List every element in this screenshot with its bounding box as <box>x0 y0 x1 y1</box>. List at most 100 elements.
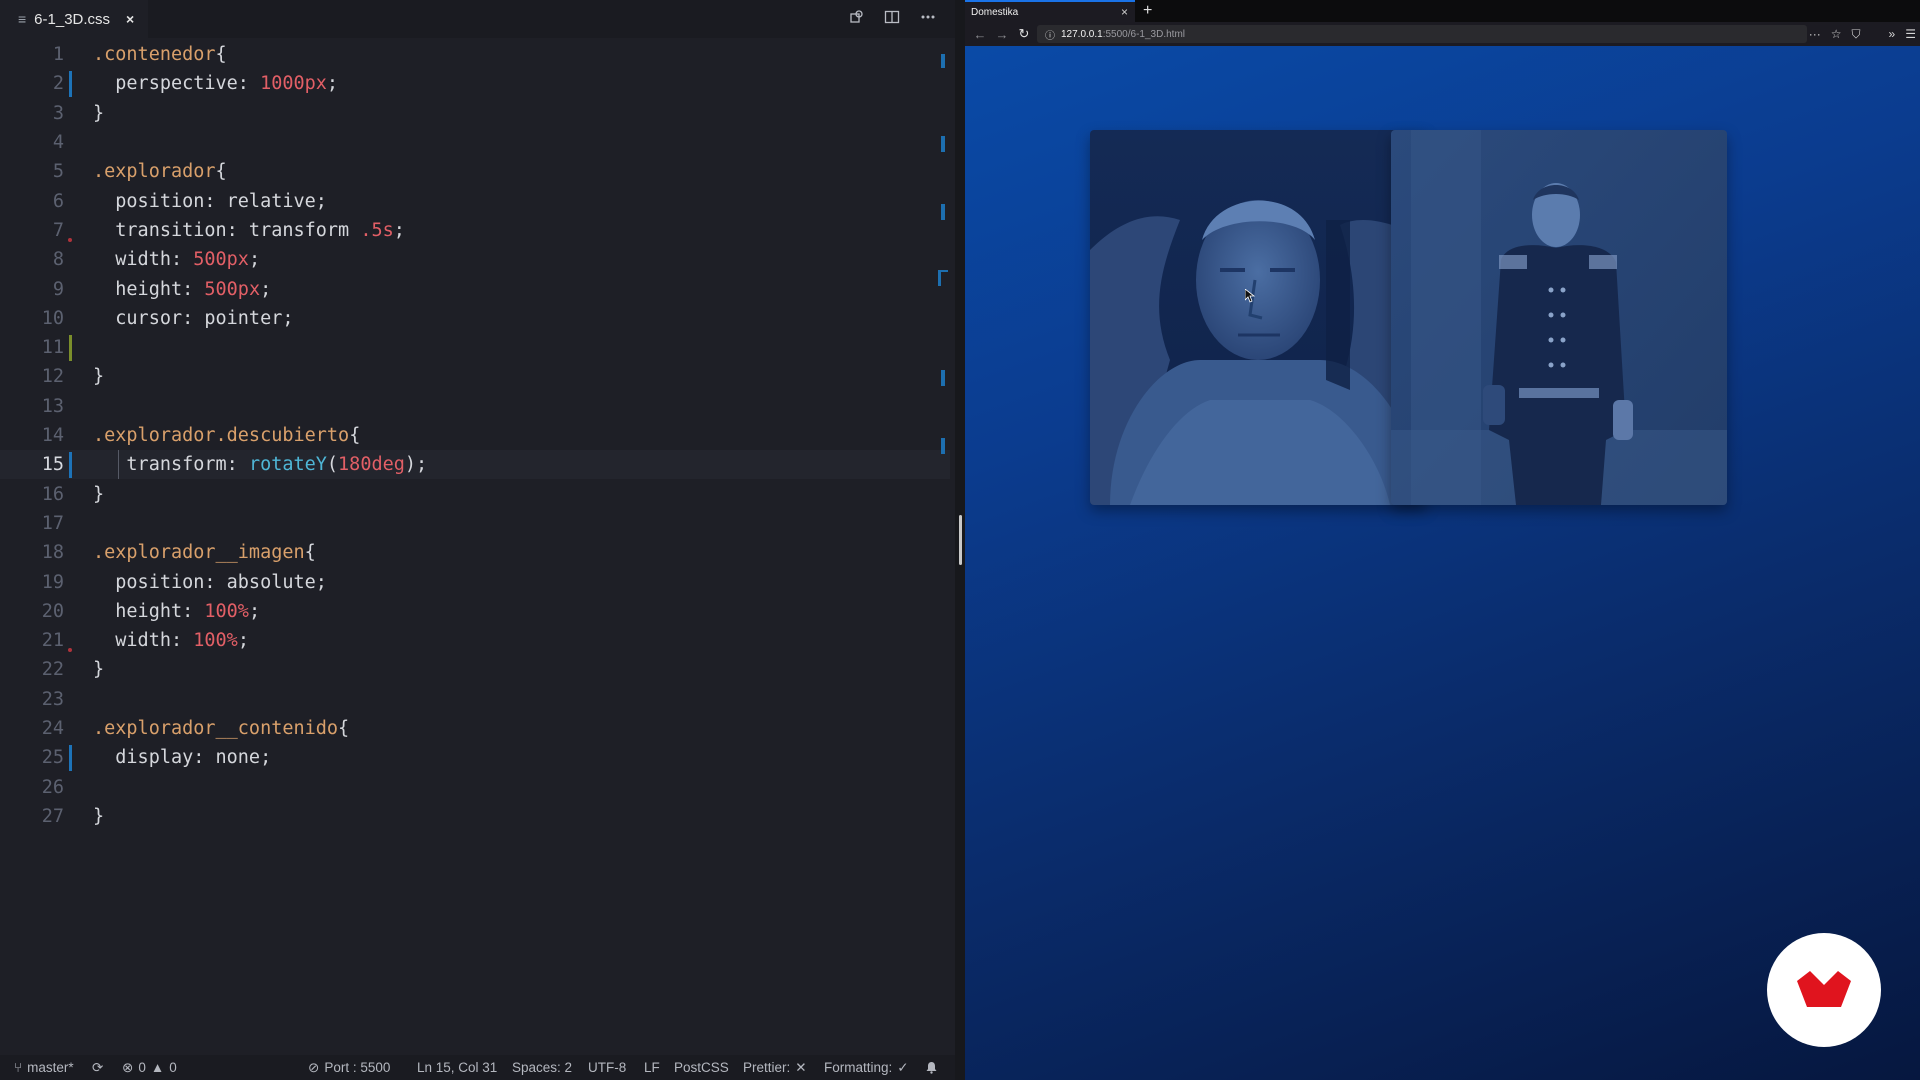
cursor-position[interactable]: Ln 15, Col 31 <box>417 1055 497 1080</box>
modified-line-marker[interactable] <box>69 744 72 771</box>
address-bar[interactable]: ⓘ 127.0.0.1:5500/6-1_3D.html <box>1037 25 1807 43</box>
branch-indicator[interactable]: ⑂ master* <box>14 1055 74 1080</box>
explorer-card-uniform[interactable] <box>1391 130 1727 505</box>
sync-icon[interactable]: ⟳ <box>92 1055 103 1080</box>
sash-handle[interactable] <box>959 515 962 565</box>
code-line[interactable]: 16} <box>0 480 950 509</box>
code-line[interactable]: 10 cursor: pointer; <box>0 304 950 333</box>
line-number: 5 <box>52 161 64 183</box>
browser-window: Domestika × + ← → ↻ ⓘ 127.0.0.1:5500/6-1… <box>965 0 1920 1080</box>
code-token: transition: transform <box>93 219 361 241</box>
indentation[interactable]: Spaces: 2 <box>512 1055 572 1080</box>
code-line[interactable]: 17 <box>0 509 950 538</box>
code-line[interactable]: 21 width: 100%; <box>0 626 950 655</box>
code-line[interactable]: 4 <box>0 128 950 157</box>
code-token: cursor: pointer; <box>93 307 294 329</box>
line-number: 1 <box>52 44 64 66</box>
code-line[interactable]: 8 width: 500px; <box>0 245 950 274</box>
code-token: ; <box>260 278 272 300</box>
code-token: { <box>304 542 316 564</box>
menu-icon[interactable]: ☰ <box>1905 27 1916 41</box>
code-line[interactable]: 7 transition: transform .5s; <box>0 216 950 245</box>
close-tab-icon[interactable]: × <box>1121 5 1128 19</box>
code-token: } <box>93 483 105 505</box>
prettier-status[interactable]: Prettier: ✕ <box>743 1055 807 1080</box>
git-branch-icon: ⑂ <box>14 1060 23 1075</box>
code-line[interactable]: 13 <box>0 392 950 421</box>
forward-icon[interactable]: → <box>991 27 1013 42</box>
browser-toolbar: ← → ↻ ⓘ 127.0.0.1:5500/6-1_3D.html ··· ☆… <box>965 22 1920 46</box>
code-area[interactable]: 1 .contenedor{2 perspective: 1000px; 3} 4 5.… <box>0 40 955 1055</box>
more-icon[interactable] <box>919 9 937 29</box>
code-line[interactable]: 15 transform: rotateY(180deg); <box>0 450 950 480</box>
formatting-status[interactable]: Formatting: ✓ <box>824 1055 909 1080</box>
back-icon[interactable]: ← <box>969 27 991 42</box>
bookmark-star-icon[interactable]: ☆ <box>1831 27 1842 41</box>
code-line[interactable]: 6 position: relative; <box>0 187 950 216</box>
code-token: .explorador__contenido <box>93 718 339 740</box>
code-line[interactable]: 27} <box>0 802 950 831</box>
line-number: 11 <box>41 337 64 359</box>
problems-indicator[interactable]: ⊗ 0 ▲ 0 <box>122 1055 177 1080</box>
warning-icon: ▲ <box>150 1060 165 1075</box>
live-server-port[interactable]: ⊘ Port : 5500 <box>308 1055 390 1080</box>
code-line[interactable]: 18 .explorador__imagen{ <box>0 538 950 567</box>
code-line[interactable]: 25 display: none; <box>0 743 950 772</box>
code-text: .explorador{ <box>93 161 227 182</box>
compare-icon[interactable] <box>847 9 865 29</box>
code-text: display: none; <box>93 747 271 768</box>
code-line[interactable]: 9 height: 500px; <box>0 274 950 303</box>
code-line[interactable]: 3} <box>0 99 950 128</box>
code-line[interactable]: 5 .explorador{ <box>0 157 950 186</box>
code-text: } <box>93 659 104 680</box>
overview-ruler[interactable] <box>938 40 948 1050</box>
code-text: transition: transform .5s; <box>93 220 405 241</box>
code-line[interactable]: 14 .explorador.descubierto{ <box>0 421 950 450</box>
code-line[interactable]: 23 <box>0 685 950 714</box>
editor-tab[interactable]: ≡ 6-1_3D.css × <box>0 0 149 38</box>
bell-icon[interactable] <box>925 1055 938 1080</box>
close-icon[interactable]: × <box>126 11 134 27</box>
code-line[interactable]: 24 .explorador__contenido{ <box>0 714 950 743</box>
page-viewport[interactable] <box>965 46 1920 1080</box>
code-token: { <box>338 718 350 740</box>
new-tab-button[interactable]: + <box>1143 0 1152 22</box>
explorer-card-fur-hood[interactable] <box>1090 130 1426 505</box>
code-line[interactable]: 2 perspective: 1000px; <box>0 69 950 98</box>
code-line[interactable]: 22} <box>0 655 950 684</box>
code-line[interactable]: 20 height: 100%; <box>0 597 950 626</box>
modified-line-marker[interactable] <box>69 70 72 97</box>
split-divider[interactable] <box>955 0 965 1080</box>
line-ending[interactable]: LF <box>644 1055 660 1080</box>
pocket-icon[interactable]: ⛉ <box>1852 27 1861 42</box>
code-token: ; <box>393 219 405 241</box>
deleted-line-marker[interactable] <box>68 648 72 652</box>
info-icon: ⓘ <box>1045 30 1055 42</box>
added-line-marker[interactable] <box>69 334 72 361</box>
language-mode[interactable]: PostCSS <box>674 1055 729 1080</box>
code-line[interactable]: 1 .contenedor{ <box>0 40 950 69</box>
line-number: 7 <box>52 219 64 241</box>
reload-icon[interactable]: ↻ <box>1013 26 1035 42</box>
status-bar: ⑂ master* ⟳ ⊗ 0 ▲ 0 ⊘ Port : 5500 Ln 15,… <box>0 1055 955 1080</box>
modified-line-marker[interactable] <box>69 451 72 478</box>
code-token: ; <box>248 600 261 622</box>
ruler-mark <box>941 370 945 386</box>
page-actions-icon[interactable]: ··· <box>1809 27 1821 41</box>
split-editor-icon[interactable] <box>883 9 901 29</box>
code-text: cursor: pointer; <box>93 308 293 329</box>
code-line[interactable]: 26 <box>0 773 950 802</box>
browser-tab[interactable]: Domestika × <box>965 0 1135 22</box>
code-text: } <box>93 103 104 124</box>
line-number: 3 <box>52 102 64 124</box>
encoding[interactable]: UTF-8 <box>588 1055 626 1080</box>
deleted-line-marker[interactable] <box>68 237 72 242</box>
line-number: 21 <box>41 630 64 652</box>
ruler-mark <box>941 438 945 454</box>
domestika-logo-icon <box>1797 971 1851 1007</box>
code-editor[interactable]: ≡ 6-1_3D.css × 1 .contenedor{2 perspectiv… <box>0 0 955 1080</box>
code-line[interactable]: 11 <box>0 333 950 362</box>
code-line[interactable]: 12} <box>0 362 950 391</box>
code-line[interactable]: 19 position: absolute; <box>0 567 950 596</box>
overflow-chevron-icon[interactable]: » <box>1889 27 1896 41</box>
